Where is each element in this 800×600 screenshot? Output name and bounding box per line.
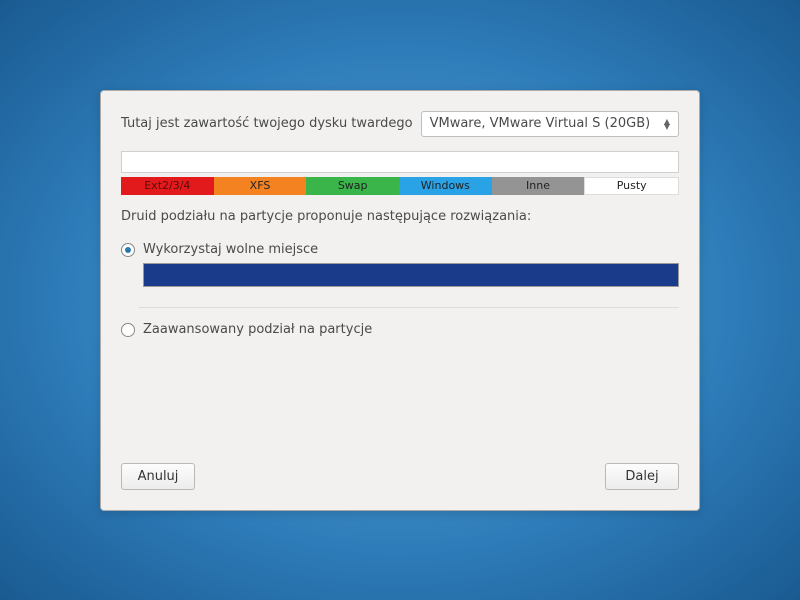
legend-ext: Ext2/3/4 [121,177,214,195]
button-row: Anuluj Dalej [121,463,679,490]
option-label-advanced[interactable]: Zaawansowany podział na partycje [143,322,679,337]
options-subtitle: Druid podziału na partycje proponuje nas… [121,209,679,224]
disk-dropdown-value: VMware, VMware Virtual S (20GB) [430,116,651,131]
option-divider [139,307,679,308]
legend-swap: Swap [306,177,399,195]
partition-dialog: Tutaj jest zawartość twojego dysku tward… [100,90,700,511]
option-use-free-space: Wykorzystaj wolne miejsce [121,238,679,291]
radio-advanced[interactable] [121,323,135,337]
legend-xfs: XFS [214,177,307,195]
partition-legend: Ext2/3/4 XFS Swap Windows Inne Pusty [121,177,679,195]
disk-dropdown[interactable]: VMware, VMware Virtual S (20GB) ▲▼ [421,111,679,137]
legend-empty: Pusty [584,177,679,195]
disk-selector-row: Tutaj jest zawartość twojego dysku tward… [121,111,679,137]
next-button[interactable]: Dalej [605,463,679,490]
cancel-button[interactable]: Anuluj [121,463,195,490]
disk-label: Tutaj jest zawartość twojego dysku tward… [121,116,413,131]
legend-windows: Windows [399,177,492,195]
partition-preview-bar [143,263,679,287]
legend-other: Inne [492,177,585,195]
option-content: Zaawansowany podział na partycje [143,322,679,343]
dropdown-arrows-icon: ▲▼ [664,119,670,129]
partition-options: Wykorzystaj wolne miejsce Zaawansowany p… [121,238,679,463]
option-label-free-space[interactable]: Wykorzystaj wolne miejsce [143,242,679,257]
option-advanced: Zaawansowany podział na partycje [121,318,679,347]
option-content: Wykorzystaj wolne miejsce [143,242,679,287]
disk-usage-bar [121,151,679,173]
radio-use-free-space[interactable] [121,243,135,257]
